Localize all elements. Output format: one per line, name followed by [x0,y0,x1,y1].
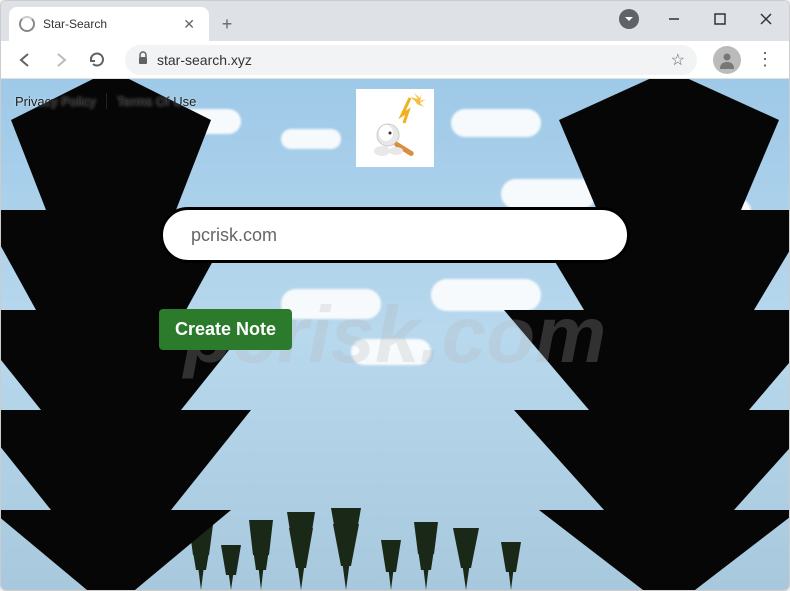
maximize-button[interactable] [697,1,743,37]
profile-button[interactable] [713,46,741,74]
forward-button[interactable] [45,44,77,76]
address-bar[interactable]: star-search.xyz ☆ [125,45,697,75]
search-input[interactable] [191,225,599,246]
close-tab-button[interactable]: ✕ [179,16,199,33]
site-logo [356,89,434,167]
create-note-button[interactable]: Create Note [159,309,292,350]
tab-search-icon[interactable] [619,9,639,29]
tree-right [489,79,789,590]
new-tab-button[interactable]: + [213,10,241,38]
back-button[interactable] [9,44,41,76]
link-divider [106,93,107,109]
menu-button[interactable]: ⋮ [749,49,781,70]
page-viewport: pcrisk.com Privacy Policy Terms Of Use [1,79,789,590]
terms-of-use-link[interactable]: Terms Of Use [117,94,196,109]
tab-title: Star-Search [43,17,179,31]
window-controls [651,1,789,37]
reload-button[interactable] [81,44,113,76]
lock-icon [137,51,149,68]
privacy-policy-link[interactable]: Privacy Policy [15,94,96,109]
browser-window: Star-Search ✕ + [0,0,790,591]
title-bar: Star-Search ✕ + [1,1,789,41]
bookmark-star-icon[interactable]: ☆ [671,50,685,70]
browser-toolbar: star-search.xyz ☆ ⋮ [1,41,789,79]
url-text: star-search.xyz [157,52,252,68]
browser-tab[interactable]: Star-Search ✕ [9,7,209,41]
tab-favicon-icon [19,16,35,32]
header-links: Privacy Policy Terms Of Use [15,93,196,109]
close-window-button[interactable] [743,1,789,37]
search-box[interactable] [160,207,630,263]
minimize-button[interactable] [651,1,697,37]
